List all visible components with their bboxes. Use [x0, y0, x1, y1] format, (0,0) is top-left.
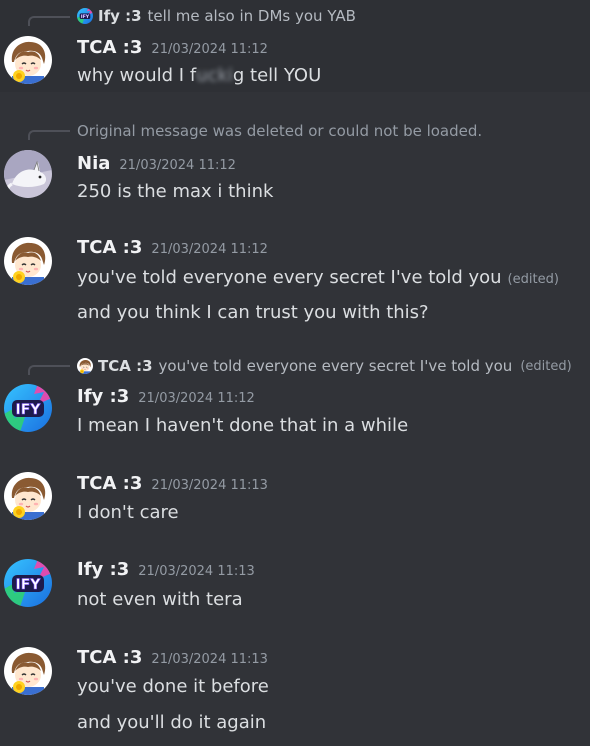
message-text: 250 is the max i think	[77, 181, 274, 202]
reply-spine	[28, 130, 70, 140]
reply-username[interactable]: Ify :3	[98, 7, 142, 25]
reply-spine	[28, 16, 70, 26]
username[interactable]: TCA :3	[77, 647, 142, 668]
edited-label: (edited)	[520, 358, 572, 374]
reply-username[interactable]: TCA :3	[98, 357, 153, 375]
timestamp: 21/03/2024 11:13	[138, 564, 255, 579]
ify-avatar-icon	[77, 8, 93, 24]
message-text-part: you've told everyone every secret I've t…	[77, 267, 502, 288]
censored-text: ucki	[196, 65, 233, 86]
ify-avatar-icon[interactable]	[4, 559, 52, 607]
reply-deleted-text: Original message was deleted or could no…	[77, 122, 483, 140]
message-item[interactable]: Original message was deleted or could no…	[0, 110, 590, 210]
message-item[interactable]: TCA :3 21/03/2024 11:12 you've told ever…	[0, 225, 590, 335]
reply-preview[interactable]: Ify :3 tell me also in DMs you YAB	[77, 6, 356, 26]
message-header: TCA :3 21/03/2024 11:12	[77, 237, 268, 258]
message-text: and you think I can trust you with this?	[77, 302, 429, 323]
message-text: you've done it before	[77, 676, 269, 697]
reply-spine	[28, 365, 70, 375]
message-header: TCA :3 21/03/2024 11:13	[77, 647, 268, 668]
message-text: not even with tera	[77, 589, 243, 610]
username[interactable]: TCA :3	[77, 237, 142, 258]
message-text-part: g tell YOU	[232, 65, 322, 86]
ify-avatar-icon[interactable]	[4, 384, 52, 432]
message-header: Nia 21/03/2024 11:12	[77, 153, 236, 174]
tca-avatar-icon[interactable]	[4, 472, 52, 520]
reply-preview[interactable]: TCA :3 you've told everyone every secret…	[77, 356, 572, 376]
nia-cat-avatar-icon[interactable]	[4, 150, 52, 198]
message-text: you've told everyone every secret I've t…	[77, 267, 559, 288]
timestamp: 21/03/2024 11:12	[138, 391, 255, 406]
username[interactable]: TCA :3	[77, 473, 142, 494]
username[interactable]: Ify :3	[77, 386, 129, 407]
message-header: TCA :3 21/03/2024 11:12	[77, 37, 268, 58]
timestamp: 21/03/2024 11:12	[151, 242, 268, 257]
message-text-part: why would I f	[77, 65, 197, 86]
message-item[interactable]: Ify :3 tell me also in DMs you YAB TCA :…	[0, 0, 590, 92]
username[interactable]: Nia	[77, 153, 110, 174]
message-item[interactable]: TCA :3 21/03/2024 11:13 you've done it b…	[0, 636, 590, 746]
reply-text: tell me also in DMs you YAB	[147, 7, 356, 25]
timestamp: 21/03/2024 11:13	[151, 478, 268, 493]
tca-avatar-icon[interactable]	[4, 647, 52, 695]
timestamp: 21/03/2024 11:13	[151, 652, 268, 667]
reply-preview: Original message was deleted or could no…	[77, 121, 482, 141]
message-text: why would I fuckig tell YOU	[77, 65, 321, 86]
tca-avatar-icon[interactable]	[4, 237, 52, 285]
message-text: and you'll do it again	[77, 712, 267, 733]
timestamp: 21/03/2024 11:12	[119, 158, 236, 173]
message-item[interactable]: TCA :3 21/03/2024 11:13 I don't care	[0, 462, 590, 532]
edited-label: (edited)	[507, 272, 559, 287]
username[interactable]: TCA :3	[77, 37, 142, 58]
username[interactable]: Ify :3	[77, 559, 129, 580]
reply-text: you've told everyone every secret I've t…	[158, 357, 513, 375]
message-header: TCA :3 21/03/2024 11:13	[77, 473, 268, 494]
tca-avatar-icon	[77, 358, 93, 374]
message-text: I mean I haven't done that in a while	[77, 415, 409, 436]
message-item[interactable]: Ify :3 21/03/2024 11:13 not even with te…	[0, 548, 590, 618]
message-text: I don't care	[77, 502, 179, 523]
message-item[interactable]: TCA :3 you've told everyone every secret…	[0, 345, 590, 445]
timestamp: 21/03/2024 11:12	[151, 42, 268, 57]
message-header: Ify :3 21/03/2024 11:13	[77, 559, 255, 580]
tca-avatar-icon[interactable]	[4, 36, 52, 84]
message-header: Ify :3 21/03/2024 11:12	[77, 386, 255, 407]
